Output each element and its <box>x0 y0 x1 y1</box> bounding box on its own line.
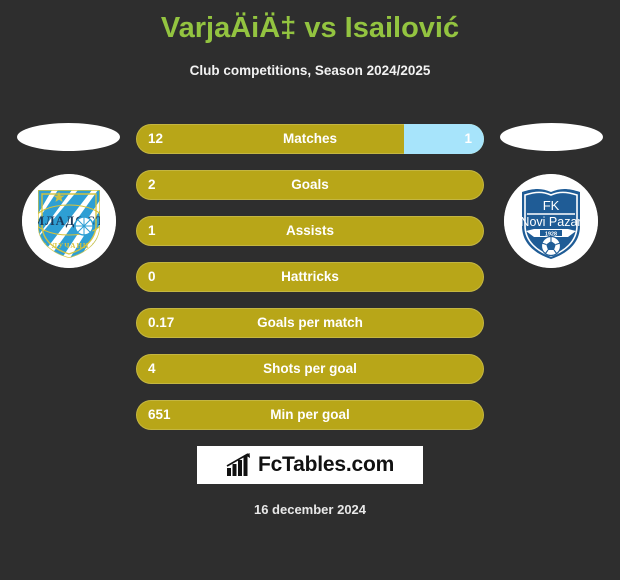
stats-comparison-page: VarjaÄiÄ‡ vs Isailović Club competitions… <box>0 0 620 580</box>
stat-label: Assists <box>285 223 335 238</box>
away-team-logo: FK Novi Pazar 1928 <box>504 174 598 268</box>
stat-label: Goals <box>291 177 329 192</box>
stats-list: 12 Matches 1 2 Goals 1 Assists 0 Hattric… <box>136 124 484 446</box>
stat-row: 0 Hattricks <box>136 262 484 292</box>
page-title: VarjaÄiÄ‡ vs Isailović <box>160 12 460 44</box>
generated-date: 16 december 2024 <box>253 502 367 517</box>
stat-row: 2 Goals <box>136 170 484 200</box>
stat-label: Shots per goal <box>263 361 357 376</box>
stat-row: 651 Min per goal <box>136 400 484 430</box>
away-value: 1 <box>464 131 472 146</box>
svg-text:МЛАДОСТ: МЛАДОСТ <box>33 214 106 228</box>
home-badge-ellipse <box>17 123 120 151</box>
svg-text:FK: FK <box>543 198 560 213</box>
stat-row: 12 Matches 1 <box>136 124 484 154</box>
stat-row: 0.17 Goals per match <box>136 308 484 338</box>
stat-label: Min per goal <box>270 407 350 422</box>
away-badge-ellipse <box>500 123 603 151</box>
brand-logo: FcTables.com <box>197 446 423 484</box>
stat-row: 1 Assists <box>136 216 484 246</box>
stat-label: Hattricks <box>281 269 339 284</box>
home-team-logo: МЛАДОСТ SF. ЛУЧАНИ 24 <box>22 174 116 268</box>
bar-chart-growth-icon <box>226 453 250 476</box>
stat-row: 4 Shots per goal <box>136 354 484 384</box>
svg-text:Novi Pazar: Novi Pazar <box>520 215 581 229</box>
stat-label: Goals per match <box>257 315 363 330</box>
brand-name: FcTables.com <box>257 453 395 476</box>
stat-label: Matches <box>282 131 338 146</box>
page-subtitle: Club competitions, Season 2024/2025 <box>189 63 431 78</box>
